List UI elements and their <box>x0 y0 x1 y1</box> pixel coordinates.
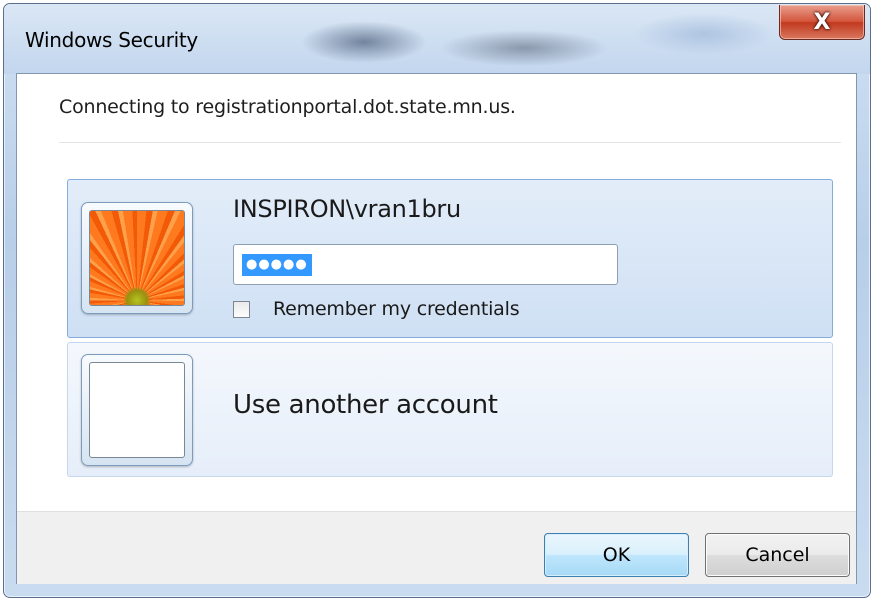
cancel-button[interactable]: Cancel <box>705 533 850 577</box>
remember-credentials-label[interactable]: Remember my credentials <box>273 298 520 320</box>
remember-credentials-checkbox[interactable] <box>233 300 250 318</box>
button-bar: OK Cancel <box>17 511 856 584</box>
divider <box>59 142 841 143</box>
credential-tile-inspiron[interactable]: INSPIRON\vran1bru ●●●●● Remember my cred… <box>67 179 833 338</box>
password-masked-text: ●●●●● <box>242 254 312 276</box>
remember-credentials[interactable]: Remember my credentials <box>233 298 520 320</box>
window-title: Windows Security <box>25 28 198 52</box>
ok-button[interactable]: OK <box>544 533 689 577</box>
close-icon: X <box>813 9 831 35</box>
password-field[interactable]: ●●●●● <box>233 244 618 285</box>
title-bar[interactable]: Windows Security X <box>4 4 870 74</box>
connecting-message: Connecting to registrationportal.dot.sta… <box>59 96 516 118</box>
blank-picture-icon <box>89 362 185 458</box>
flower-picture-icon <box>90 211 184 305</box>
windows-security-dialog: Windows Security X Connecting to registr… <box>3 3 871 598</box>
username-label: INSPIRON\vran1bru <box>233 195 461 223</box>
user-avatar <box>81 202 193 314</box>
credential-tile-another-account[interactable]: Use another account <box>67 342 833 477</box>
blank-avatar <box>81 354 193 466</box>
use-another-account-label: Use another account <box>233 390 498 420</box>
close-button[interactable]: X <box>779 5 865 40</box>
dialog-body: Connecting to registrationportal.dot.sta… <box>16 73 857 584</box>
